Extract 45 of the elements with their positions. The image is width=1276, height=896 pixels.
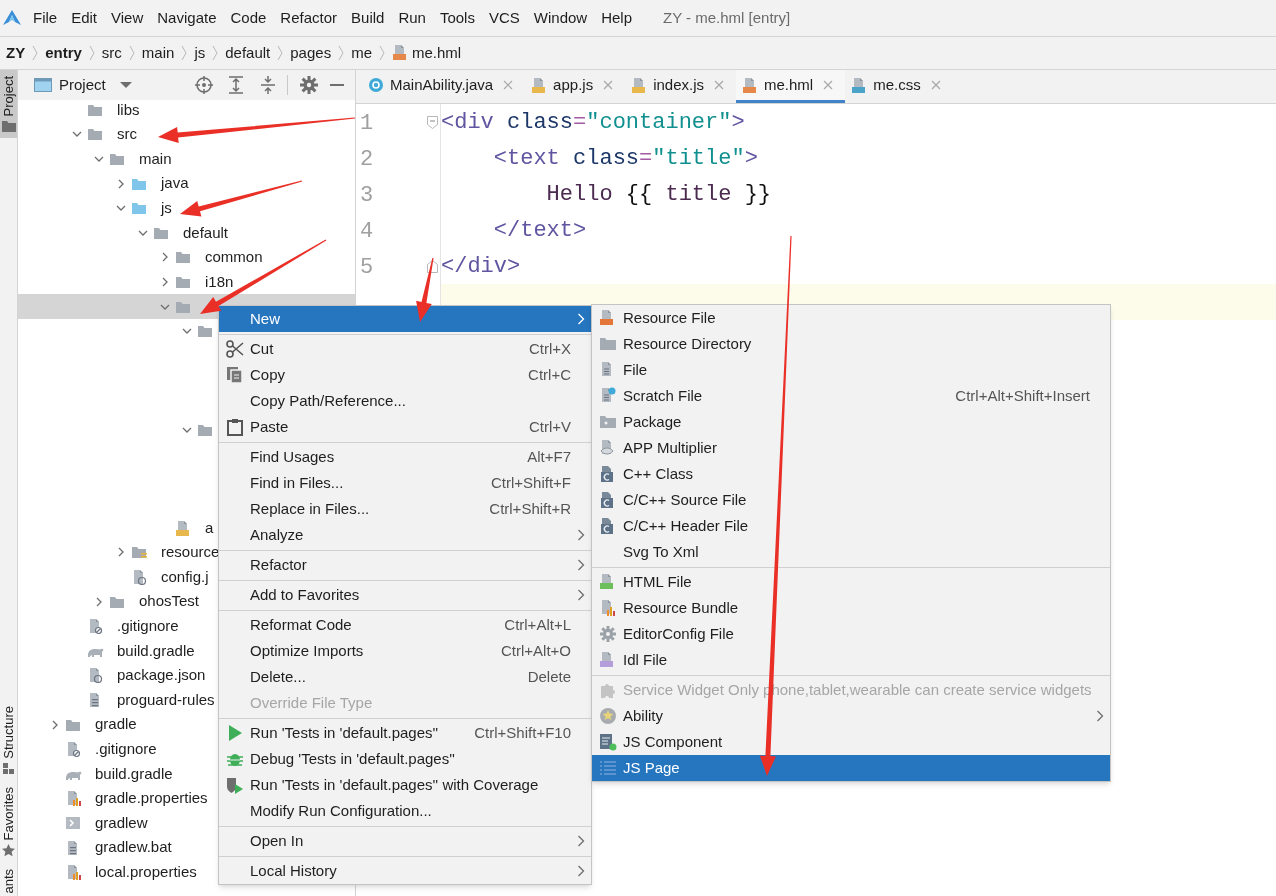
shortcut-label: Ctrl+Shift+F10 — [474, 722, 571, 743]
tree-item-label: proguard-rules — [117, 689, 215, 710]
shortcut-label: Ctrl+X — [528, 338, 571, 359]
shortcut-label: Delete — [527, 666, 571, 687]
window-title: ZY - me.hml [entry] — [663, 7, 791, 28]
tree-item-label: ohosTest — [139, 591, 200, 612]
tree-item-label: a — [205, 517, 214, 538]
shortcut-label: Ctrl+Alt+O — [500, 640, 571, 661]
tree-item-label: default — [183, 222, 229, 243]
tree-item-label: js — [161, 197, 172, 218]
shortcut-label: Ctrl+V — [528, 416, 571, 437]
tree-item-label: resource — [161, 542, 220, 563]
line-number: 2 — [360, 146, 374, 172]
shortcut-label: Alt+F7 — [527, 446, 571, 467]
tree-item-label: .gitignore — [117, 616, 179, 636]
tree-item-label: local.properties — [95, 861, 197, 882]
tree-item-label: .gitignore — [95, 739, 157, 759]
code-line: </text> — [492, 216, 587, 245]
line-number: 3 — [360, 182, 374, 208]
tree-item-label: i18n — [205, 271, 234, 292]
line-number: 4 — [360, 218, 374, 244]
line-number: 1 — [360, 110, 374, 136]
line-number: 5 — [360, 254, 374, 280]
tree-item-label: libs — [117, 100, 140, 120]
code-line: <text class="title"> — [492, 144, 758, 173]
tree-item-label: config.j — [161, 566, 209, 587]
tree-item-label: gradle — [95, 714, 137, 735]
tree-item-label: src — [117, 124, 137, 145]
shortcut-label: Ctrl+Alt+Shift+Insert — [955, 385, 1090, 406]
code-line: </div> — [441, 252, 521, 281]
tree-item-label: package.json — [117, 665, 206, 686]
code-line: <div class="container"> — [441, 108, 745, 137]
tree-item-label: gradlew — [95, 812, 148, 833]
tree-item-label: build.gradle — [117, 640, 195, 661]
code-line: Hello {{ title }} — [545, 180, 772, 209]
tree-item-label: java — [161, 173, 189, 194]
shortcut-label: Ctrl+Shift+F — [490, 472, 571, 493]
shortcut-label: Ctrl+C — [528, 364, 571, 385]
tree-item-label: gradlew.bat — [95, 837, 172, 858]
shortcut-label: Ctrl+Shift+R — [489, 498, 571, 519]
shortcut-label: Ctrl+Alt+L — [504, 614, 571, 635]
tree-item-label: build.gradle — [95, 763, 173, 784]
tree-item-label: main — [139, 148, 172, 169]
tree-item-label: gradle.properties — [95, 788, 208, 809]
tree-item-label: common — [205, 247, 263, 268]
